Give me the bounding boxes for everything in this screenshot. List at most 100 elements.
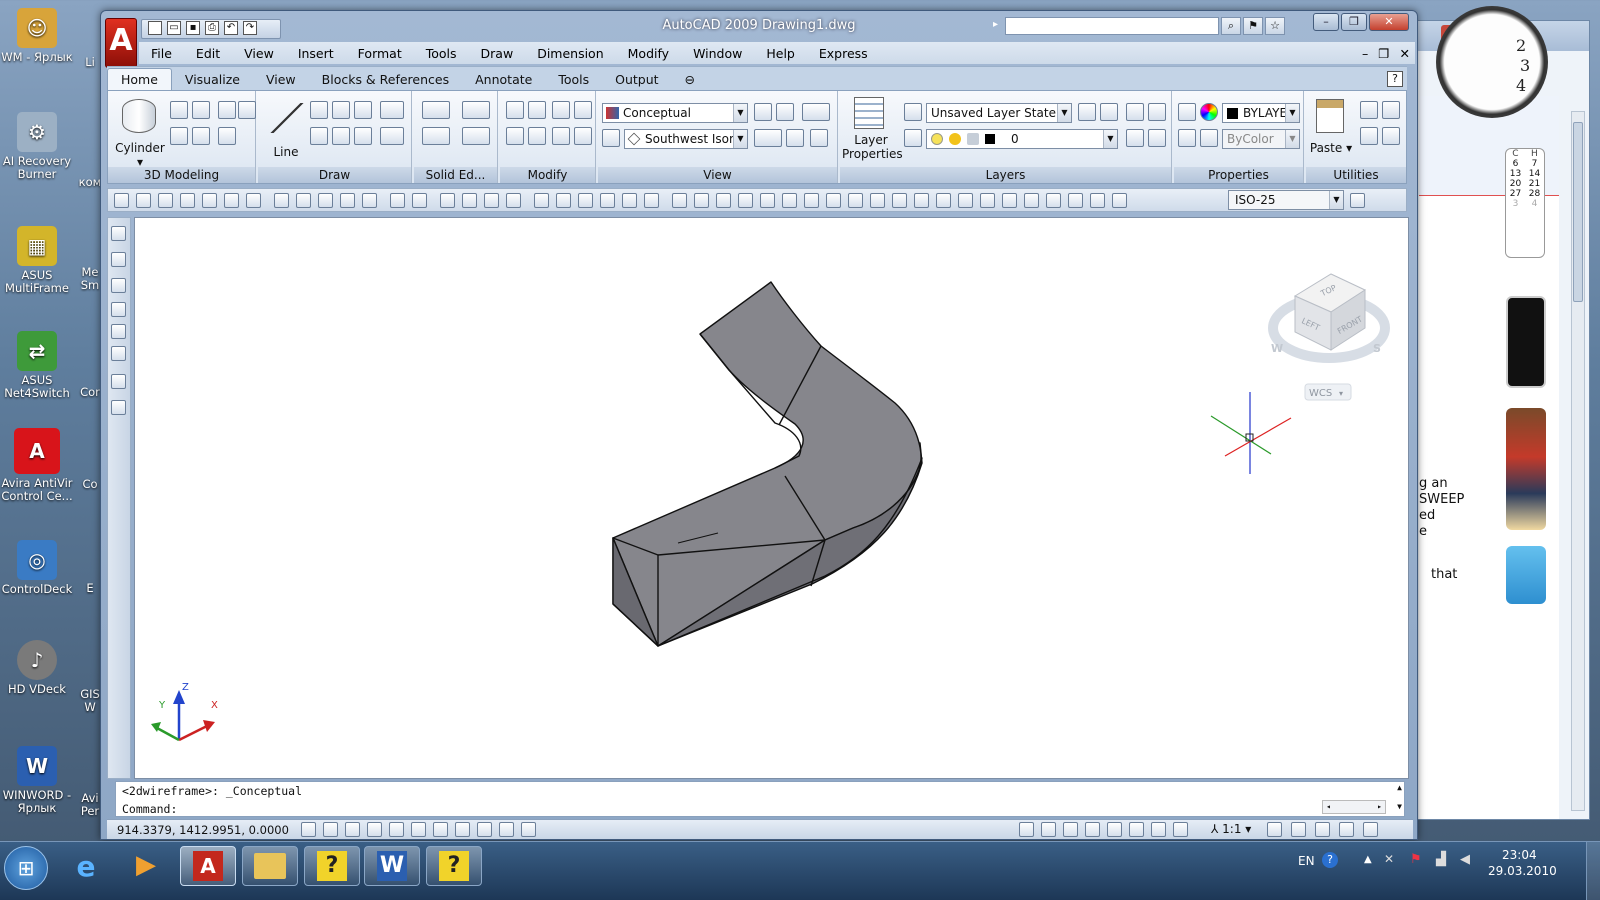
tolerance-icon[interactable] [980, 193, 995, 208]
panel-title[interactable]: Properties [1174, 167, 1303, 183]
inspect-icon[interactable] [1024, 193, 1039, 208]
center-mark-icon[interactable] [1002, 193, 1017, 208]
panel-title[interactable]: View [598, 167, 837, 183]
doc-minimize-icon[interactable]: – [1357, 46, 1373, 61]
panel-title[interactable]: Modify [500, 167, 595, 183]
view-preset-dropdown[interactable]: Southwest Isome ▼ [624, 129, 748, 149]
infocenter-search-input[interactable] [1005, 17, 1219, 35]
radius-dim-icon[interactable] [782, 193, 797, 208]
arc-length-dim-icon[interactable] [738, 193, 753, 208]
menu-window[interactable]: Window [681, 46, 754, 61]
color-wheel-icon[interactable] [1200, 103, 1218, 121]
tab-output[interactable]: Output [602, 69, 671, 90]
linetype-dropdown[interactable]: ByColor ▼ [1222, 129, 1300, 149]
tray-help-icon[interactable]: ? [1322, 852, 1338, 868]
dyn-toggle-icon[interactable] [477, 822, 492, 837]
media-gadget[interactable] [1506, 296, 1546, 388]
copy-icon[interactable] [296, 193, 311, 208]
layer-walk-icon[interactable] [1148, 103, 1166, 121]
match-layer-icon[interactable] [1100, 103, 1118, 121]
zoom-window-icon[interactable] [484, 193, 499, 208]
bgwin-scrollbar[interactable] [1571, 111, 1585, 811]
menu-tools[interactable]: Tools [414, 46, 469, 61]
move-icon[interactable] [506, 101, 524, 119]
scale-icon[interactable] [574, 127, 592, 145]
environment-icon[interactable] [111, 374, 126, 389]
menu-modify[interactable]: Modify [616, 46, 681, 61]
autocad-logo-menu-button[interactable]: A [105, 18, 137, 68]
tray-volume-icon[interactable]: ◀ [1460, 852, 1470, 867]
array-icon[interactable] [528, 127, 546, 145]
aligned-dim-icon[interactable] [716, 193, 731, 208]
tray-signal-icon[interactable]: ▟ [1436, 852, 1446, 867]
scroll-right-icon[interactable]: ▸ [1377, 801, 1382, 813]
info-gadget[interactable] [1506, 546, 1546, 604]
line-icon[interactable] [270, 103, 304, 133]
help-icon[interactable]: ? [1387, 71, 1403, 87]
dim-update-icon[interactable] [1112, 193, 1127, 208]
polar-toggle-icon[interactable] [367, 822, 382, 837]
redo-icon[interactable] [412, 193, 427, 208]
menu-help[interactable]: Help [754, 46, 807, 61]
ie-taskbar-icon[interactable]: e [66, 850, 106, 886]
baseline-dim-icon[interactable] [892, 193, 907, 208]
command-line[interactable]: <2dwireframe>: _Conceptual Command: ▲ ▼ … [115, 781, 1405, 817]
taskbar-word[interactable]: W [364, 846, 420, 886]
jogged-linear-icon[interactable] [1046, 193, 1061, 208]
view-toggle-icon[interactable] [602, 129, 620, 147]
shell-icon[interactable] [462, 127, 490, 145]
lineweight-toggle-icon[interactable] [499, 822, 514, 837]
open-icon[interactable]: ▭ [167, 21, 181, 35]
3d-osnap-toggle-icon[interactable] [411, 822, 426, 837]
tray-show-hidden-icon[interactable]: ▲ [1364, 854, 1372, 865]
command-prompt[interactable]: Command: [122, 802, 177, 816]
menu-dimension[interactable]: Dimension [525, 46, 615, 61]
panel-title[interactable]: Layers [840, 167, 1171, 183]
menu-draw[interactable]: Draw [469, 46, 526, 61]
desktop-icon-ai-recovery[interactable]: ⚙ AI Recovery Burner [0, 112, 74, 181]
desktop-icon-asus-multiframe[interactable]: ▦ ASUS MultiFrame [0, 226, 74, 295]
undo-icon[interactable] [390, 193, 405, 208]
linear-dim-icon[interactable] [694, 193, 709, 208]
taskbar-explorer[interactable] [242, 846, 298, 886]
desktop-icon-col2-4[interactable]: Co [78, 478, 102, 491]
otrack-toggle-icon[interactable] [433, 822, 448, 837]
autocad-window[interactable]: AutoCAD 2009 Drawing1.dwg – ❐ ✕ A ▭ ▪ ⎙ … [100, 10, 1418, 840]
copy-icon[interactable] [552, 101, 570, 119]
panel-title[interactable]: Draw [258, 167, 411, 183]
desktop-icon-col2-5[interactable]: E [78, 582, 102, 595]
redo-icon[interactable]: ↷ [243, 21, 257, 35]
paste-icon[interactable] [318, 193, 333, 208]
hatch-icon[interactable] [354, 101, 372, 119]
pan-tool-icon[interactable] [1107, 822, 1122, 837]
drawing-viewport[interactable]: TOP LEFT FRONT W S WCS ▾ Z X Y [134, 217, 1409, 779]
extrude-faces-icon[interactable] [462, 101, 490, 119]
layout1-icon[interactable] [1041, 822, 1056, 837]
viewcube-compass-w[interactable]: W [1271, 342, 1283, 355]
ribbon-minimize-icon[interactable]: ⊖ [672, 69, 708, 90]
quick-calc-icon[interactable] [644, 193, 659, 208]
quick-dim-icon[interactable] [870, 193, 885, 208]
desktop-icon-col2-0[interactable]: Li [78, 56, 102, 69]
plot-preview-icon[interactable] [202, 193, 217, 208]
dim-edit-icon[interactable] [1068, 193, 1083, 208]
search-icon[interactable]: ⌕ [1221, 17, 1241, 35]
desktop-icon-col2-6[interactable]: GIS W [78, 688, 102, 714]
snap-toggle-icon[interactable] [301, 822, 316, 837]
scroll-left-icon[interactable]: ◂ [1326, 801, 1331, 813]
presspull-icon[interactable] [192, 101, 210, 119]
circle-icon[interactable] [380, 127, 404, 145]
markup-icon[interactable] [622, 193, 637, 208]
render-icon[interactable] [111, 324, 126, 339]
show-desktop-button[interactable] [1586, 842, 1600, 900]
zoom-icon[interactable] [754, 129, 782, 147]
ellipse-icon[interactable] [380, 101, 404, 119]
layer-properties-button[interactable]: Layer Properties [842, 133, 903, 161]
viewcube-compass-s[interactable]: S [1373, 342, 1381, 355]
title-bar[interactable]: AutoCAD 2009 Drawing1.dwg – ❐ ✕ [101, 11, 1417, 41]
pan-icon[interactable] [802, 103, 830, 121]
tab-annotate[interactable]: Annotate [462, 69, 545, 90]
desktop-icon-avira[interactable]: A Avira AntiVir Control Ce... [0, 428, 74, 503]
layout2-icon[interactable] [1063, 822, 1078, 837]
union-icon[interactable] [192, 127, 210, 145]
